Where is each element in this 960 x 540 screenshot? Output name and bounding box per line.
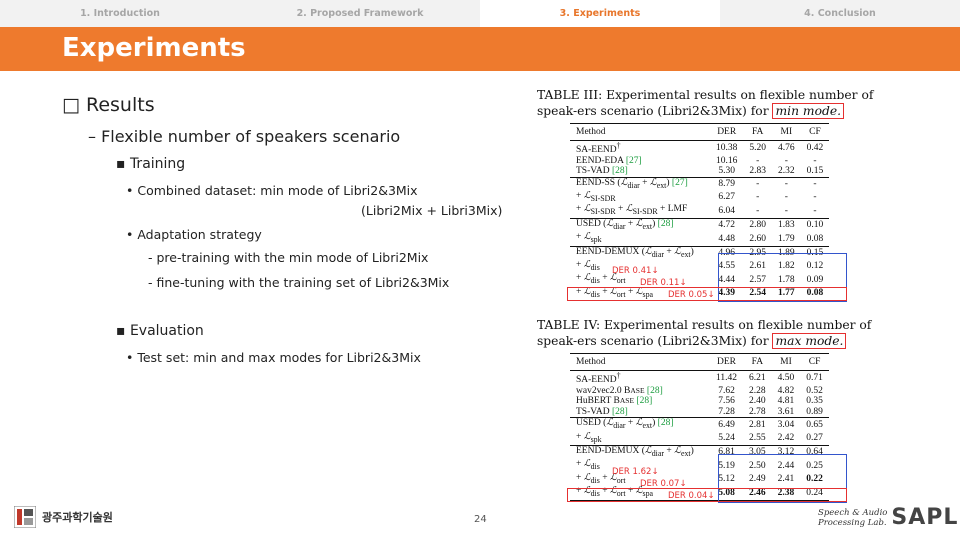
table3-header-method: Method	[570, 123, 710, 141]
table4-header-cf: CF	[800, 353, 829, 371]
bullet-list: □ Results – Flexible number of speakers …	[0, 0, 530, 540]
bullet-adaptation: • Adaptation strategy	[126, 227, 262, 242]
table-row: TS-VAD [28] 5.30 2.83 2.32 0.15	[576, 166, 824, 177]
table-row: + ℒspk 5.24 2.55 2.42 0.27	[576, 431, 823, 444]
table-row: EEND-EDA [27] 10.16- - -	[576, 155, 817, 166]
lab-name-line1: Speech & Audio	[818, 507, 888, 518]
tab-conclusion[interactable]: 4. Conclusion	[720, 0, 960, 27]
table-row: EEND-SS (ℒdiar + ℒext) [27] 8.79- - -	[570, 176, 830, 192]
bullet-pretraining: - pre-training with the min mode of Libr…	[148, 250, 429, 265]
table-row: SA-EEND† 10.38 5.20 4.76 0.42	[570, 139, 830, 156]
bullet-flexible-speakers: – Flexible number of speakers scenario	[88, 127, 401, 146]
table4-annotation-3: DER 0.04↓	[668, 491, 715, 501]
table4-header-fa: FA	[743, 353, 772, 371]
bullet-finetuning: - fine-tuning with the training set of L…	[148, 275, 450, 290]
table-row: USED (ℒdiar + ℒext) [28] 4.72 2.80 1.83 0.10	[570, 217, 830, 233]
table-row: + ℒspk 4.48 2.60 1.79 0.08	[576, 232, 824, 245]
table-row: USED (ℒdiar + ℒext) [28] 6.49 2.81 3.04 0.65	[570, 417, 829, 432]
table3-annotation-3: DER 0.05↓	[668, 290, 715, 300]
table3-caption-mode: min mode.	[772, 103, 845, 119]
lab-name-line2: Processing Lab.	[818, 517, 887, 528]
lab-logo-text: SAPL	[891, 505, 959, 530]
table4-header-der: DER	[710, 353, 744, 371]
table3-annotation-1: DER 0.41↓	[612, 266, 659, 276]
gist-emblem-icon	[14, 506, 36, 528]
bullet-results: □ Results	[62, 94, 155, 116]
table3-header-mi: MI	[772, 123, 801, 141]
table-row: + ℒSI-SDR + ℒSI-SDR + LMF 6.04- - -	[576, 204, 817, 217]
table4-caption-mode: max mode.	[772, 333, 847, 349]
university-logo: 광주과학기술원	[14, 506, 113, 528]
table4-annotation-2: DER 0.07↓	[640, 479, 687, 489]
lab-logo: Speech & Audio Processing Lab. SAPL	[818, 505, 958, 530]
table-row: SA-EEND† 11.42 6.21 4.50 0.71	[570, 369, 829, 386]
table-row: wav2vec2.0 BASE [28] 7.62 2.28 4.82 0.52	[576, 385, 823, 396]
table-row: + ℒSI-SDR 6.27- - -	[576, 191, 817, 203]
table3-header-fa: FA	[743, 123, 772, 141]
table3-caption: TABLE III: Experimental results on flexi…	[537, 87, 889, 119]
bullet-combined-sub: (Libri2Mix + Libri3Mix)	[361, 203, 503, 218]
table-row: HuBERT BASE [28] 7.56 2.40 4.81 0.35	[576, 396, 823, 407]
university-name: 광주과학기술원	[42, 511, 113, 524]
table4-header-mi: MI	[771, 353, 801, 371]
bullet-test-set: • Test set: min and max modes for Libri2…	[126, 350, 421, 365]
table3-header-der: DER	[710, 123, 744, 141]
table4-header-method: Method	[570, 353, 710, 371]
page-number: 24	[474, 514, 487, 525]
table4-annotation-1: DER 1.62↓	[612, 467, 659, 477]
table3-annotation-2: DER 0.11↓	[640, 278, 687, 288]
table-row: TS-VAD [28] 7.28 2.78 3.61 0.89	[576, 406, 823, 417]
bullet-evaluation: ▪ Evaluation	[116, 323, 204, 339]
bullet-combined-dataset: • Combined dataset: min mode of Libri2&3…	[126, 183, 418, 198]
bullet-training: ▪ Training	[116, 156, 186, 172]
table3-header-cf: CF	[800, 123, 830, 141]
lab-name: Speech & Audio Processing Lab.	[818, 508, 887, 528]
table4-caption: TABLE IV: Experimental results on flexib…	[537, 317, 889, 349]
